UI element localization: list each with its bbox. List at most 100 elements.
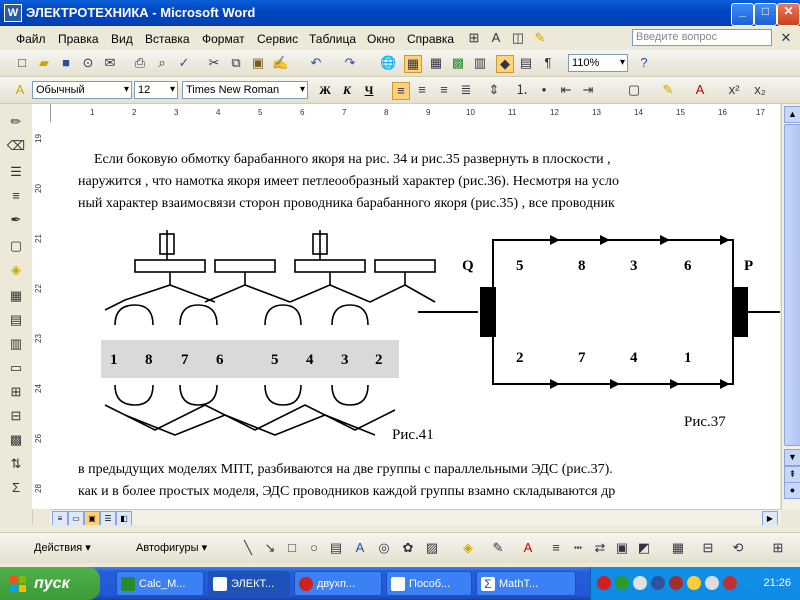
arrow-tool-icon[interactable]: ↘	[262, 540, 278, 556]
actions-menu[interactable]: Действия ▾	[34, 541, 91, 554]
format-painter-icon[interactable]: ✍	[272, 55, 288, 71]
align-left-icon[interactable]: ≡	[392, 82, 410, 100]
previous-page-icon[interactable]: ⇞	[784, 466, 800, 483]
taskbar-item-word-doc[interactable]: Пособ...	[386, 571, 472, 596]
distribute-rows-icon[interactable]: ⊞	[6, 384, 26, 402]
print-preview-icon[interactable]: ⌕	[154, 55, 170, 71]
underline-button[interactable]: Ч	[360, 82, 378, 98]
web-view-icon[interactable]: ▭	[68, 511, 84, 526]
borders-icon[interactable]: ▢	[626, 82, 642, 98]
merge-cells-icon[interactable]: ▤	[6, 312, 26, 330]
clock-tray-icon[interactable]	[705, 576, 719, 590]
fill-color-icon[interactable]: ◈	[460, 540, 476, 556]
menu-view[interactable]: Вид	[111, 32, 133, 46]
decrease-indent-icon[interactable]: ⇤	[558, 82, 574, 98]
menu-edit[interactable]: Правка	[58, 32, 99, 46]
align-center-icon[interactable]: ≡	[414, 82, 430, 98]
scroll-right-arrow[interactable]: ▶	[762, 511, 778, 526]
taskbar-item-calc[interactable]: Calc_M...	[116, 571, 204, 596]
pencil-icon[interactable]: ✏	[6, 114, 26, 132]
flag-tray-icon[interactable]	[669, 576, 683, 590]
draw-table-icon[interactable]: ▦	[670, 540, 686, 556]
superscript-icon[interactable]: x²	[726, 82, 742, 98]
sort-icon[interactable]: ⇅	[6, 456, 26, 474]
rectangle-tool-icon[interactable]: □	[284, 540, 300, 556]
dash-style-icon[interactable]: ┅	[570, 540, 586, 556]
spelling-icon[interactable]: ✓	[176, 55, 192, 71]
menu-window[interactable]: Окно	[367, 32, 395, 46]
columns-icon[interactable]: ▥	[472, 55, 488, 71]
word-app-icon[interactable]: W	[4, 4, 22, 22]
font-name-select[interactable]: Times New Roman	[182, 81, 308, 99]
tables-borders-icon[interactable]: ▦	[404, 55, 422, 73]
picture-icon[interactable]: ▨	[424, 540, 440, 556]
diagram-icon[interactable]: ◎	[376, 540, 392, 556]
outline-view-icon[interactable]: ☰	[100, 511, 116, 526]
shield-icon[interactable]	[633, 576, 647, 590]
opera-tray-icon[interactable]	[597, 576, 611, 590]
speaker-icon[interactable]	[687, 576, 701, 590]
network-icon[interactable]	[615, 576, 629, 590]
horizontal-scrollbar[interactable]: ≡ ▭ ▣ ☰ ◧ ▶	[50, 509, 781, 526]
styles-pane-icon[interactable]: A	[12, 82, 28, 98]
rotate-icon[interactable]: ⟲	[730, 540, 746, 556]
table-autoformat-icon[interactable]: ▩	[6, 432, 26, 450]
subscript-icon[interactable]: x₂	[752, 82, 768, 98]
maximize-button[interactable]: □	[754, 3, 777, 26]
grid-icon[interactable]: ⊞	[770, 540, 786, 556]
cut-icon[interactable]: ✂	[206, 55, 222, 71]
font-color-icon[interactable]: A	[692, 82, 708, 98]
undo-icon[interactable]: ↶	[308, 55, 324, 71]
textbox-tool-icon[interactable]: ▤	[328, 540, 344, 556]
line-tool-icon[interactable]: ╲	[240, 540, 256, 556]
text-direction-icon[interactable]: A	[488, 30, 504, 46]
close-document-icon[interactable]: ✕	[778, 30, 794, 46]
taskbar-item-opera[interactable]: двухп...	[294, 571, 382, 596]
italic-button[interactable]: К	[338, 82, 356, 98]
paste-icon[interactable]: ▣	[250, 55, 266, 71]
line-style-icon[interactable]: ☰	[6, 164, 26, 182]
drawing-icon[interactable]: ◆	[496, 55, 514, 73]
open-folder-icon[interactable]: ▰	[36, 55, 52, 71]
show-hide-icon[interactable]: ¶	[540, 55, 556, 71]
help-question-input[interactable]: Введите вопрос	[632, 29, 772, 46]
close-button[interactable]: ✕	[777, 3, 800, 26]
menu-file[interactable]: Файл	[16, 32, 46, 46]
numbering-icon[interactable]: ⒈	[514, 82, 530, 98]
print-layout-icon[interactable]: ▣	[84, 511, 100, 526]
help-icon[interactable]: ?	[636, 55, 652, 71]
split-cells-icon[interactable]: ▥	[6, 336, 26, 354]
vertical-scrollbar[interactable]: ▲ ▼ ⇞ ●	[781, 104, 800, 509]
minimize-button[interactable]: _	[731, 3, 754, 26]
border-icon[interactable]: ◫	[510, 30, 526, 46]
start-button[interactable]: пуск	[0, 567, 100, 600]
increase-indent-icon[interactable]: ⇥	[580, 82, 596, 98]
outside-border-icon[interactable]: ▢	[6, 238, 26, 256]
ruler-icon[interactable]: ⊞	[466, 30, 482, 46]
reading-view-icon[interactable]: ◧	[116, 511, 132, 526]
border-color-icon[interactable]: ✒	[6, 212, 26, 230]
wordart-icon[interactable]: A	[352, 540, 368, 556]
insert-excel-icon[interactable]: ▩	[450, 55, 466, 71]
line-color-icon[interactable]: ✎	[490, 540, 506, 556]
menu-insert[interactable]: Вставка	[145, 32, 190, 46]
align-cell-icon[interactable]: ▭	[6, 360, 26, 378]
copy-icon[interactable]: ⧉	[228, 55, 244, 71]
menu-format[interactable]: Формат	[202, 32, 245, 46]
taskbar-item-word-active[interactable]: ЭЛЕКТ...	[208, 571, 290, 596]
taskbar-item-mathtype[interactable]: Σ MathT...	[476, 571, 576, 596]
align-objects-icon[interactable]: ⊟	[700, 540, 716, 556]
redo-icon[interactable]: ↷	[342, 55, 358, 71]
autoshapes-menu[interactable]: Автофигуры ▾	[136, 541, 207, 554]
insert-table-icon[interactable]: ▦	[428, 55, 444, 71]
distribute-columns-icon[interactable]: ⊟	[6, 408, 26, 426]
eraser-icon[interactable]: ⌫	[6, 138, 26, 156]
insert-table-side-icon[interactable]: ▦	[6, 288, 26, 306]
align-right-icon[interactable]: ≡	[436, 82, 452, 98]
clock[interactable]: 21:26	[763, 577, 791, 589]
draw-line-style-icon[interactable]: ≡	[548, 540, 564, 556]
line-spacing-icon[interactable]: ⇕	[486, 82, 502, 98]
bullets-icon[interactable]: •	[536, 82, 552, 98]
save-icon[interactable]: ■	[58, 55, 74, 71]
vertical-ruler[interactable]: 19 20 21 22 23 24 26 28	[32, 104, 51, 509]
